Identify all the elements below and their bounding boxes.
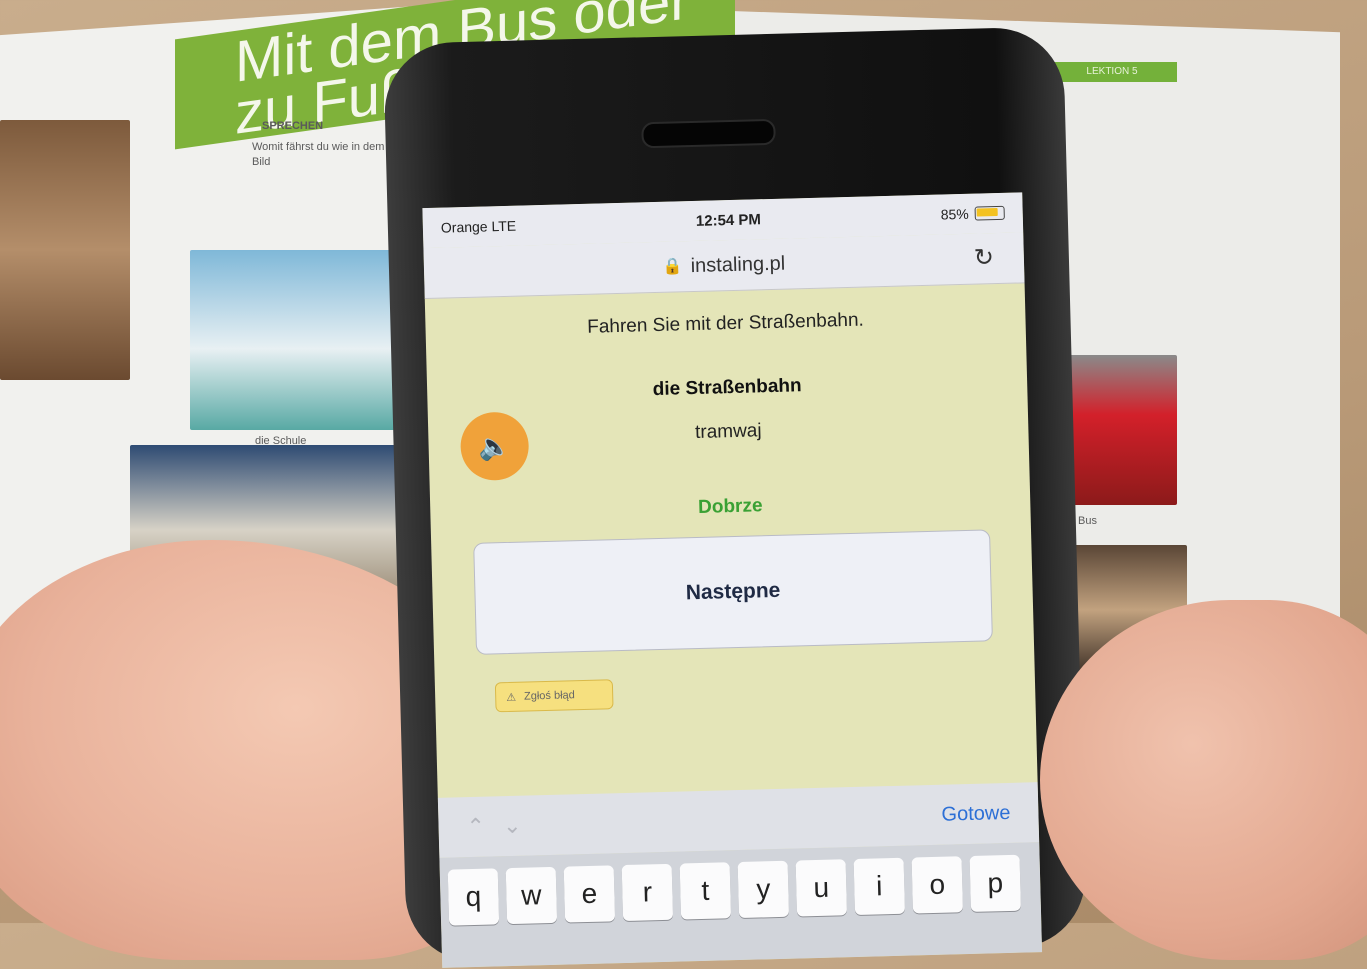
status-time: 12:54 PM <box>695 210 762 230</box>
key[interactable]: i <box>853 857 906 916</box>
status-right: 85% <box>940 205 1005 223</box>
audio-button[interactable]: 🔈 <box>459 411 530 482</box>
next-button[interactable]: Następne <box>473 529 993 655</box>
book-caption-bus: Bus <box>1078 515 1097 527</box>
example-sentence: Fahren Sie mit der Straßenbahn. <box>586 309 865 338</box>
warning-icon: ⚠ <box>506 691 517 704</box>
lesson-content: Fahren Sie mit der Straßenbahn. die Stra… <box>425 283 1038 799</box>
book-photo-ship <box>190 250 415 430</box>
speaker-icon: 🔈 <box>478 430 512 462</box>
report-error-button[interactable]: ⚠ Zgłoś błąd <box>494 679 614 713</box>
book-right-tag: LEKTION 5 <box>1047 62 1177 82</box>
reload-icon[interactable]: ↻ <box>973 243 994 273</box>
key[interactable]: y <box>737 860 790 919</box>
book-body-text: Womit fährst du wie in dem Bild <box>252 141 385 168</box>
report-error-label: Zgłoś błąd <box>523 689 575 703</box>
phone-speaker <box>641 118 776 149</box>
key[interactable]: e <box>563 865 616 923</box>
result-label: Dobrze <box>697 495 763 518</box>
phone-screen: Orange LTE 12:54 PM 85% 🔒 instaling.pl ↻… <box>422 192 1043 968</box>
battery-percent: 85% <box>940 205 969 223</box>
key[interactable]: q <box>447 868 500 926</box>
phone: Orange LTE 12:54 PM 85% 🔒 instaling.pl ↻… <box>383 26 1087 968</box>
keyboard: q w e r t y u i o p <box>439 842 1043 968</box>
key[interactable]: r <box>621 863 674 922</box>
book-section-heading: SPRECHEN <box>262 120 324 132</box>
book-photo-castle <box>0 120 130 380</box>
key[interactable]: t <box>679 862 732 920</box>
done-button[interactable]: Gotowe <box>941 801 1011 826</box>
key[interactable]: u <box>795 859 848 917</box>
carrier-label: Orange LTE <box>440 217 517 236</box>
book-caption-school: die Schule <box>255 435 307 447</box>
field-nav-arrows-icon[interactable]: ⌃⌄ <box>466 812 540 840</box>
german-word: die Straßenbahn <box>652 375 802 401</box>
url-text: instaling.pl <box>690 252 786 277</box>
key[interactable]: w <box>505 866 558 925</box>
battery-icon <box>974 205 1005 221</box>
lock-icon: 🔒 <box>662 258 683 276</box>
key[interactable]: o <box>911 856 963 914</box>
key[interactable]: p <box>969 854 1021 912</box>
